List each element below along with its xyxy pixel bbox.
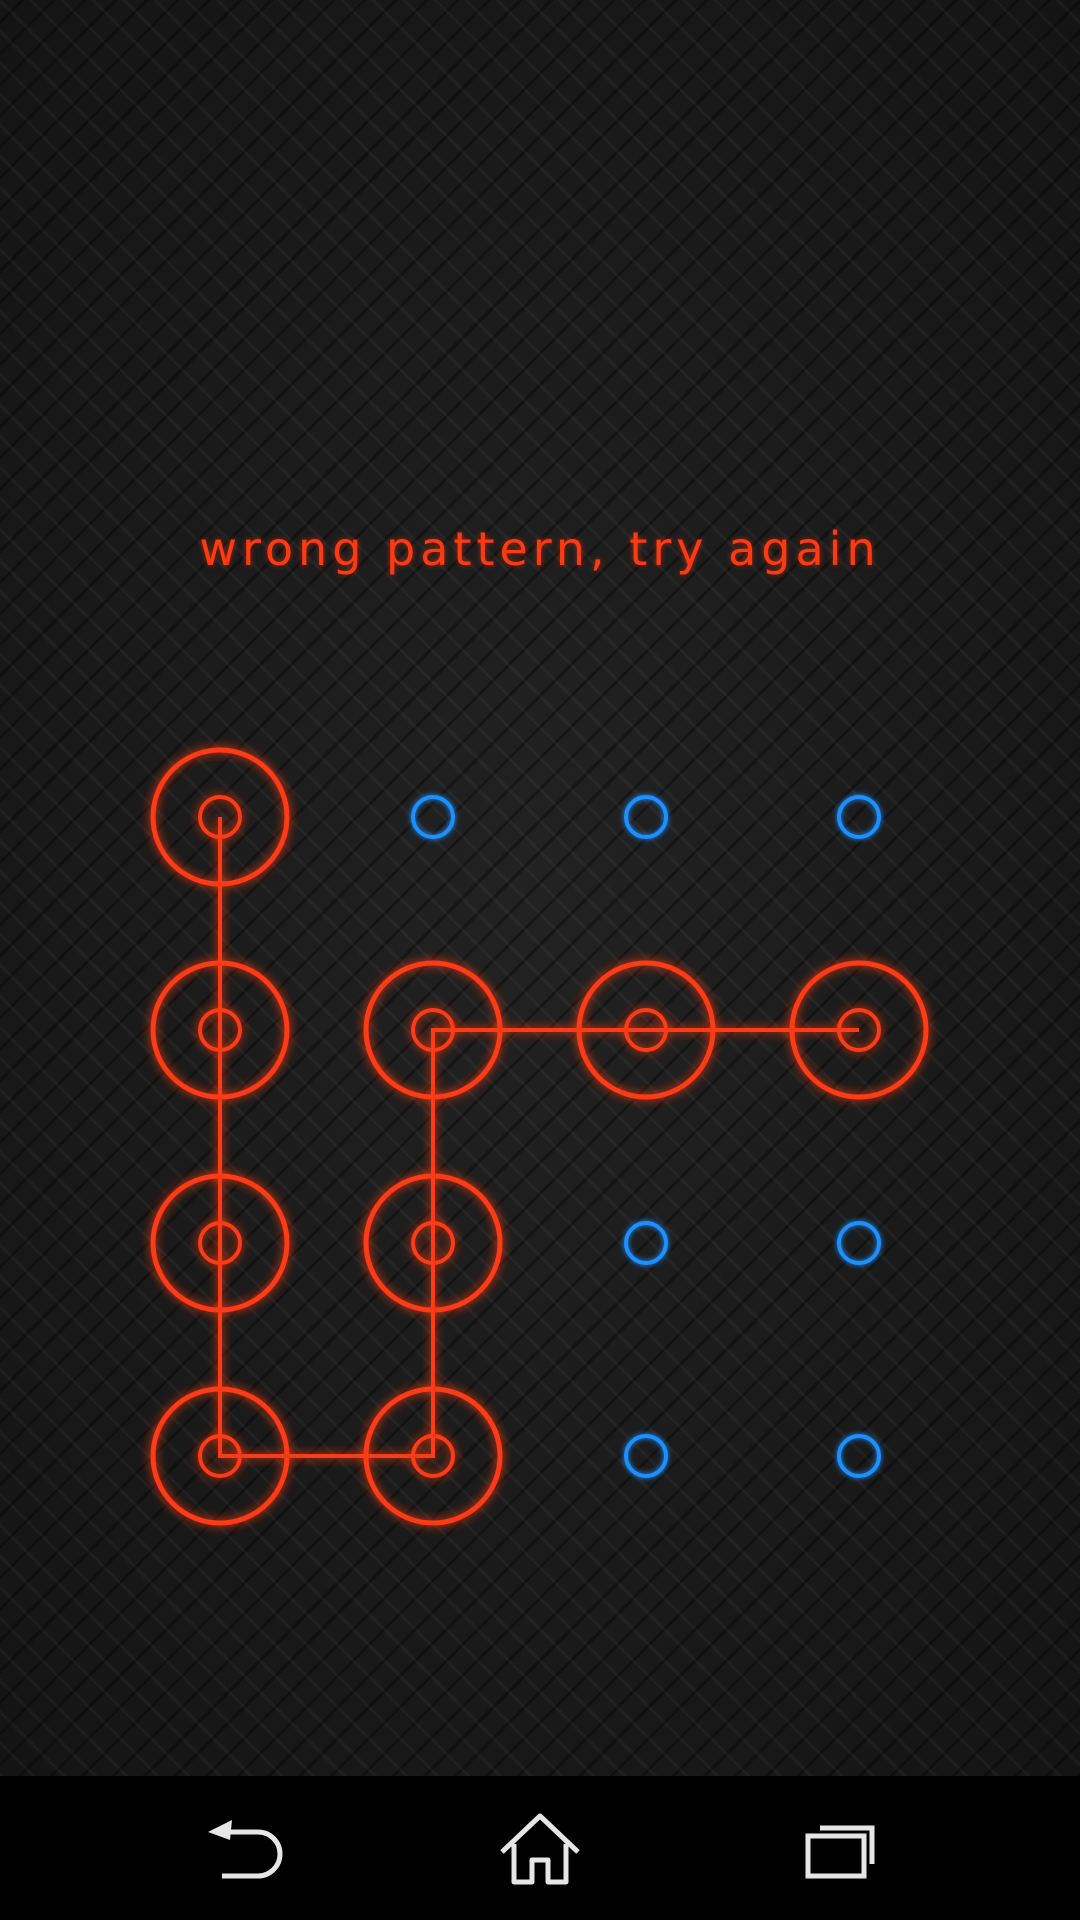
pattern-dot-r4-c4[interactable] (837, 1434, 881, 1478)
home-button[interactable] (440, 1776, 640, 1920)
recent-apps-button[interactable] (740, 1776, 940, 1920)
back-button[interactable] (140, 1776, 340, 1920)
pattern-dot-r3-c3[interactable] (624, 1221, 668, 1265)
pattern-dot-r4-c3[interactable] (624, 1434, 668, 1478)
back-icon (208, 1820, 283, 1879)
pattern-grid[interactable] (0, 0, 1080, 1776)
home-icon (500, 1813, 580, 1885)
pattern-dot-r1-c3[interactable] (624, 795, 668, 839)
recent-apps-icon (805, 1825, 875, 1879)
pattern-path (218, 817, 859, 1458)
pattern-dot-r1-c2[interactable] (411, 795, 455, 839)
pattern-path-line (218, 817, 859, 1458)
navigation-bar (0, 1776, 1080, 1920)
lock-screen: wrong pattern, try again (0, 0, 1080, 1920)
pattern-dot-r1-c4[interactable] (837, 795, 881, 839)
pattern-dot-r3-c4[interactable] (837, 1221, 881, 1265)
